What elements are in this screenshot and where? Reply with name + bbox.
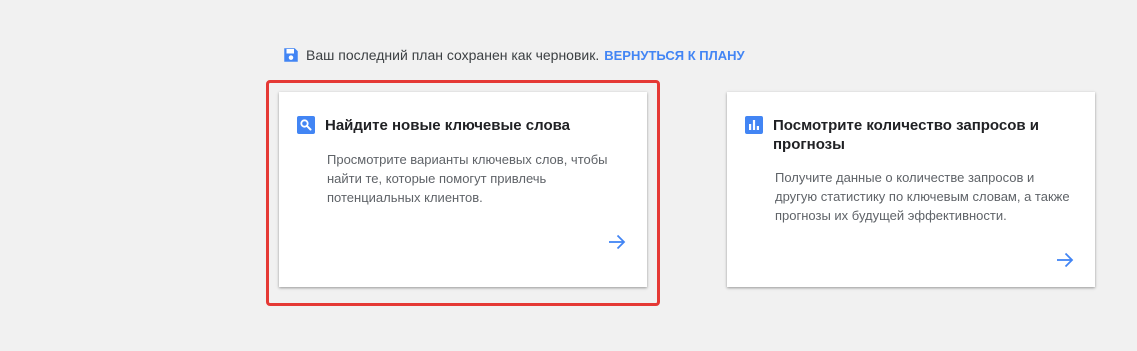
card-header: Найдите новые ключевые слова <box>297 116 629 135</box>
find-keywords-card[interactable]: Найдите новые ключевые слова Просмотрите… <box>279 92 647 287</box>
draft-notice-text: Ваш последний план сохранен как черновик… <box>306 47 600 63</box>
save-icon <box>284 48 298 62</box>
search-volume-card[interactable]: Посмотрите количество запросов и прогноз… <box>727 92 1095 287</box>
return-to-plan-link[interactable]: ВЕРНУТЬСЯ К ПЛАНУ <box>604 48 744 63</box>
arrow-right-icon[interactable] <box>607 232 627 252</box>
card-description: Просмотрите варианты ключевых слов, чтоб… <box>327 152 608 205</box>
card-title: Посмотрите количество запросов и прогноз… <box>773 117 1040 153</box>
arrow-right-icon[interactable] <box>1055 250 1075 270</box>
bar-chart-icon <box>745 116 763 134</box>
card-description: Получите данные о количестве запросов и … <box>775 170 1070 223</box>
draft-notice: Ваш последний план сохранен как черновик… <box>282 45 745 65</box>
card-header: Посмотрите количество запросов и прогноз… <box>745 116 1077 154</box>
card-title: Найдите новые ключевые слова <box>325 117 571 134</box>
search-icon <box>297 116 315 134</box>
